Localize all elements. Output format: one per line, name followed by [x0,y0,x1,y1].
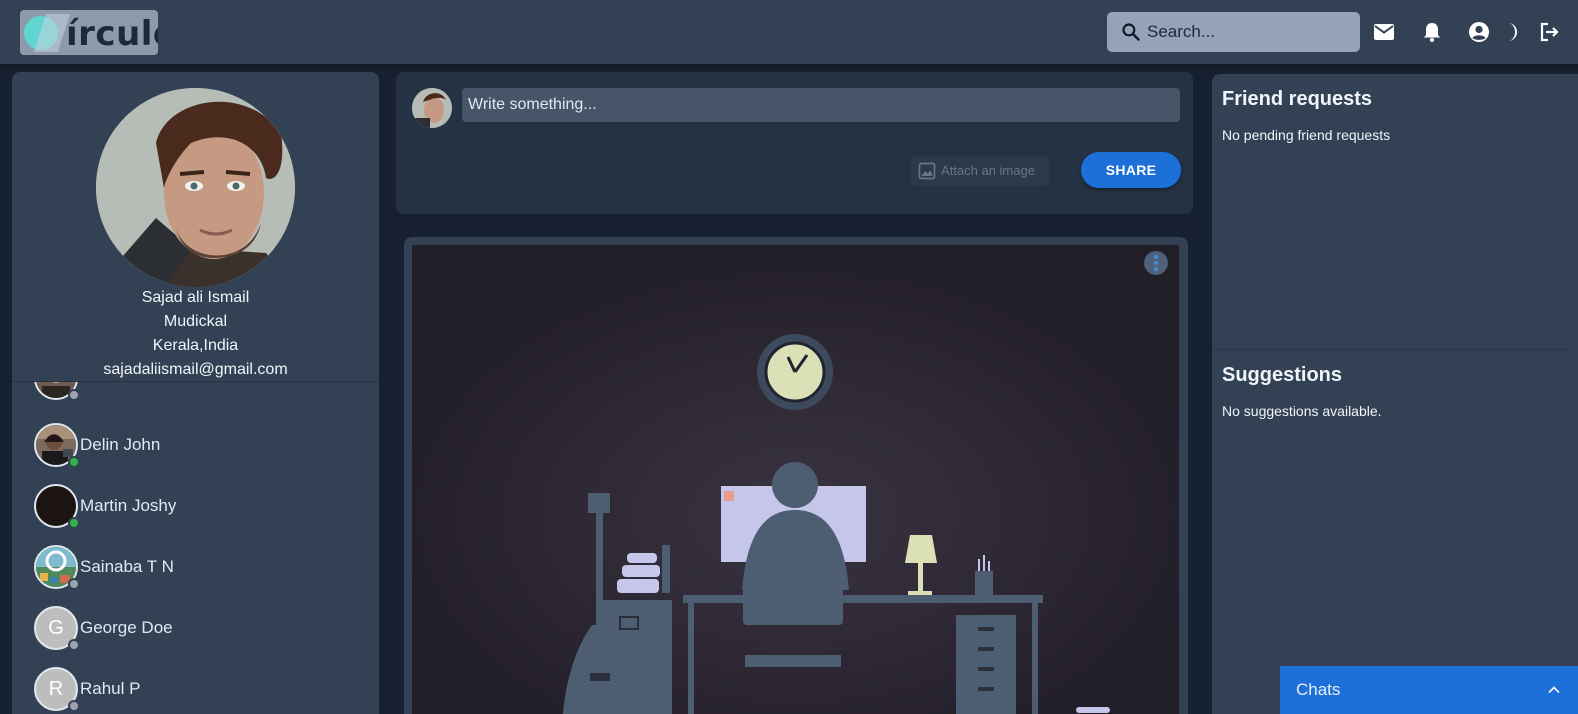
profile-location-line1: Mudickal [163,313,228,330]
search-input[interactable] [1147,12,1352,52]
friend-name: Martin Joshy [80,496,177,515]
suggestions-empty: No suggestions available. [1222,403,1382,419]
status-dot-online [68,517,80,529]
profile-location-line2: Kerala,India [152,337,239,354]
more-vert-icon [1154,255,1158,271]
friends-list: Delin John Martin Joshy Sainaba T N G Ge… [12,382,379,714]
friend-item[interactable]: Delin John [34,423,364,473]
chats-bar[interactable]: Chats [1280,666,1578,714]
right-sidebar: Friend requests No pending friend reques… [1212,74,1578,714]
account-circle-icon[interactable] [1467,20,1491,44]
bell-icon[interactable] [1420,20,1444,44]
friend-requests-empty: No pending friend requests [1222,127,1391,143]
friend-item[interactable]: G George Doe [34,606,364,656]
status-dot-offline [68,578,80,590]
friend-item[interactable]: R Rahul P [34,667,364,714]
friend-name: Delin John [80,435,161,454]
search-box[interactable] [1107,12,1360,52]
image-icon [918,162,936,180]
attach-image-label: Attach an image [941,163,1035,178]
post-illustration [412,245,1179,714]
post-composer: Attach an image SHARE [396,72,1193,214]
chevron-up-icon[interactable] [1544,680,1564,700]
chats-label: Chats [1296,680,1341,699]
search-icon [1122,23,1140,41]
attach-image-button[interactable]: Attach an image [911,156,1049,186]
composer-avatar [412,88,452,128]
share-button[interactable]: SHARE [1081,152,1181,188]
status-dot-offline [68,700,80,712]
friend-requests-title: Friend requests [1222,88,1373,110]
post-card [404,237,1188,714]
profile-name: Sajad ali Ismail [141,289,250,306]
friend-name: George Doe [80,618,173,637]
post-input[interactable] [462,88,1180,122]
status-dot-offline [68,389,80,401]
friend-name: Rahul P [80,679,141,698]
friend-item[interactable] [34,382,364,406]
post-image[interactable] [412,245,1179,714]
dark-mode-icon[interactable] [1498,20,1522,44]
friend-name: Sainaba T N [80,557,174,576]
status-dot-offline [68,639,80,651]
profile-portrait-image [96,88,295,287]
logo-text: írculo [66,14,158,54]
more-options-button[interactable] [1144,251,1168,275]
mail-icon[interactable] [1372,20,1396,44]
suggestions-title: Suggestions [1222,364,1343,386]
top-bar: írculo [0,0,1578,64]
profile-sidebar: Sajad ali Ismail Mudickal Kerala,India s… [12,72,379,714]
right-divider [1212,349,1570,350]
profile-email: sajadaliismail@gmail.com [103,361,288,378]
friend-item[interactable]: Sainaba T N [34,545,364,595]
friend-item[interactable]: Martin Joshy [34,484,364,534]
profile-avatar[interactable] [96,88,295,287]
logout-icon[interactable] [1537,20,1561,44]
status-dot-online [68,456,80,468]
app-logo[interactable]: írculo [20,10,158,55]
